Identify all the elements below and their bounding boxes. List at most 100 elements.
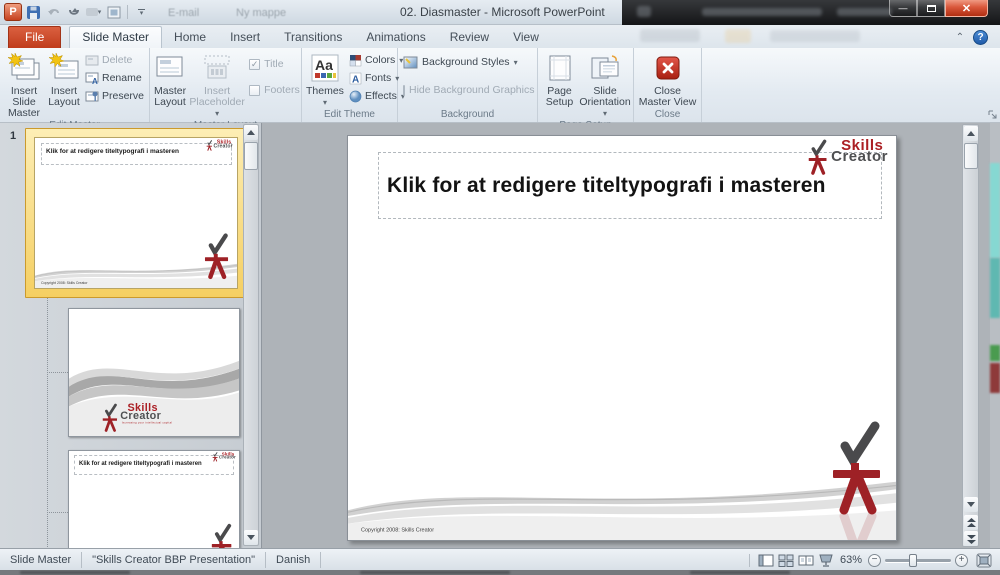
delete-icon <box>85 55 99 66</box>
undo-icon[interactable] <box>45 4 62 21</box>
tab-review[interactable]: Review <box>438 27 501 48</box>
slide-sorter-icon[interactable] <box>778 554 794 567</box>
background-styles-label: Background Styles <box>422 56 510 68</box>
scroll-up-button[interactable] <box>964 126 978 141</box>
zoom-out-button[interactable]: − <box>868 554 881 567</box>
zoom-slider-thumb[interactable] <box>909 554 917 567</box>
customize-qat-icon[interactable]: ▾ <box>133 4 150 21</box>
themes-button[interactable]: Aa Themes▾ <box>304 49 346 108</box>
background-dialog-launcher-icon[interactable] <box>988 110 998 120</box>
tab-home[interactable]: Home <box>162 27 218 48</box>
tab-slide-master[interactable]: Slide Master <box>69 26 162 48</box>
fonts-label: Fonts <box>365 72 391 84</box>
minimize-button[interactable]: — <box>889 0 917 17</box>
effects-icon <box>349 90 362 103</box>
skills-creator-mark-icon <box>101 403 118 432</box>
status-view-name[interactable]: Slide Master <box>0 552 82 568</box>
thumb-scroll-down-button[interactable] <box>244 530 258 545</box>
layout3-thumb-title: Klik for at redigere titeltypografi i ma… <box>75 456 233 468</box>
tab-transitions[interactable]: Transitions <box>272 27 354 48</box>
zoom-slider[interactable] <box>885 559 951 562</box>
close-master-view-button[interactable]: Close Master View <box>637 49 699 108</box>
scrollbar-thumb[interactable] <box>964 143 978 169</box>
slide-orientation-icon <box>590 52 620 84</box>
tab-insert[interactable]: Insert <box>218 27 272 48</box>
powerpoint-app-icon[interactable]: P <box>4 3 22 21</box>
slide-orientation-label: Slide Orientation <box>579 85 630 108</box>
background-styles-button[interactable]: Background Styles▾ <box>400 53 535 71</box>
master-slide-number: 1 <box>10 130 16 142</box>
tab-file[interactable]: File <box>8 26 61 48</box>
slide-checkmark-logo <box>831 420 884 541</box>
window-controls: — ✕ <box>889 0 988 17</box>
rename-button[interactable]: A Rename <box>82 69 147 87</box>
status-language[interactable]: Danish <box>266 552 321 568</box>
footers-checkbox[interactable] <box>249 85 260 96</box>
window-title: 02. Diasmaster - Microsoft PowerPoint <box>400 5 605 19</box>
redo-icon[interactable] <box>65 4 82 21</box>
master-thumb-title: Klik for at redigere titeltypografi i ma… <box>42 144 231 156</box>
master-layout-button[interactable]: Master Layout <box>152 49 188 119</box>
previous-slide-button[interactable] <box>964 515 978 530</box>
slide-thumbnail-panel: 1 Klik for at redigere titeltypografi i … <box>0 123 262 548</box>
title-checkbox[interactable]: ✓ <box>249 59 260 70</box>
themes-label: Themes <box>306 85 344 97</box>
svg-text:A: A <box>352 74 359 85</box>
background-taskbar-strip <box>0 570 1000 575</box>
normal-view-icon[interactable] <box>758 554 774 567</box>
slide-show-icon[interactable] <box>818 554 834 567</box>
quick-access-toolbar: P ▾ ▾ <box>4 2 150 22</box>
tab-view[interactable]: View <box>501 27 551 48</box>
layout-tree-connector <box>47 298 48 548</box>
thumbnail-panel-scrollbar[interactable] <box>243 124 259 546</box>
svg-text:A: A <box>92 77 98 84</box>
master-layout-icon <box>155 52 185 84</box>
fonts-icon: A <box>349 72 362 85</box>
collapse-ribbon-icon[interactable]: ⌃ <box>954 33 966 42</box>
insert-layout-button[interactable]: Insert Layout <box>46 49 82 119</box>
tab-animations[interactable]: Animations <box>354 27 437 48</box>
hide-background-graphics-checkbox <box>403 85 405 96</box>
slide-area-scrollbar[interactable] <box>962 124 979 547</box>
group-label-edit-theme: Edit Theme <box>304 108 395 122</box>
effects-label: Effects <box>365 90 397 102</box>
group-master-layout: Master Layout Insert Placeholder ▾ ✓ Tit… <box>150 48 302 122</box>
reading-view-icon[interactable] <box>798 554 814 567</box>
layout-thumbnail-title-content[interactable]: Klik for at redigere titeltypografi i ma… <box>68 450 240 548</box>
hide-background-graphics-row: Hide Background Graphics <box>400 81 535 99</box>
thumb-scroll-up-button[interactable] <box>244 125 258 140</box>
fit-to-window-icon[interactable] <box>976 553 992 568</box>
insert-slide-master-button[interactable]: Insert Slide Master <box>2 49 46 119</box>
rename-icon: A <box>85 72 99 84</box>
scroll-down-button[interactable] <box>964 497 978 512</box>
slide-orientation-button[interactable]: Slide Orientation ▾ <box>579 49 631 119</box>
qat-tool-icon[interactable]: ▾ <box>85 4 102 21</box>
master-thumb-logo: Skills Creator <box>206 140 233 151</box>
status-document-name[interactable]: "Skills Creator BBP Presentation" <box>82 552 266 568</box>
group-edit-theme: Aa Themes▾ Colors▾ A Fonts▾ Effects▾ <box>302 48 398 122</box>
master-slide-thumbnail[interactable]: Klik for at redigere titeltypografi i ma… <box>25 128 247 298</box>
title-checkbox-row[interactable]: ✓ Title <box>246 55 303 73</box>
layout-thumbnail-title-slide[interactable]: Skills Creator Increasing your intellect… <box>68 308 240 437</box>
qat-preview-icon[interactable] <box>105 4 122 21</box>
insert-placeholder-label: Insert Placeholder <box>189 85 244 108</box>
group-background: Background Styles▾ Hide Background Graph… <box>398 48 538 122</box>
maximize-button[interactable] <box>917 0 945 17</box>
slide-master-editing-area[interactable]: Klik for at redigere titeltypografi i ma… <box>347 135 897 541</box>
save-icon[interactable] <box>25 4 42 21</box>
zoom-in-button[interactable]: + <box>955 554 968 567</box>
zoom-percent[interactable]: 63% <box>840 554 862 566</box>
background-hint-mappe: Ny mappe <box>236 7 286 19</box>
close-master-view-icon <box>656 52 680 84</box>
page-setup-button[interactable]: Page Setup <box>540 49 579 119</box>
group-label-close: Close <box>636 108 699 122</box>
layout3-thumb-checkmark-icon <box>211 523 233 548</box>
powerpoint-window: { "window": { "title": "02. Diasmaster -… <box>0 0 1000 575</box>
thumb-scrollbar-thumb[interactable] <box>244 142 258 170</box>
help-icon[interactable]: ? <box>973 30 988 45</box>
next-slide-button[interactable] <box>964 531 978 546</box>
preserve-button[interactable]: Preserve <box>82 87 147 105</box>
close-button[interactable]: ✕ <box>945 0 988 17</box>
footers-checkbox-row[interactable]: Footers <box>246 81 303 99</box>
layout3-thumb-logo: Skills Creator <box>212 452 236 462</box>
